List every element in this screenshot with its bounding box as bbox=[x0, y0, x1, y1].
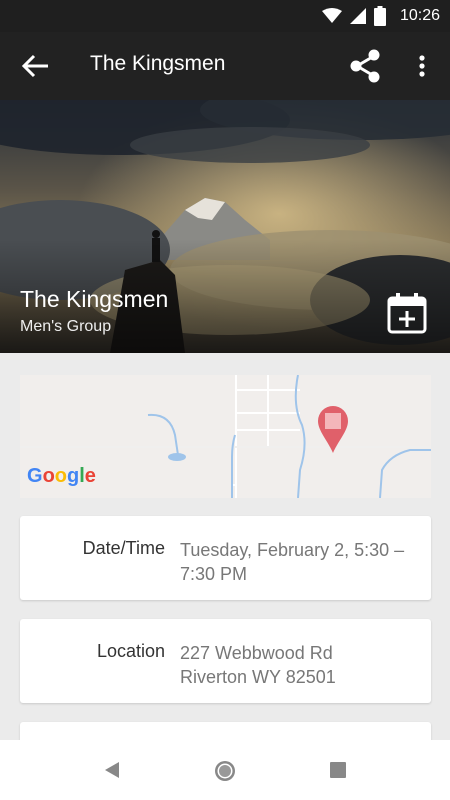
share-icon[interactable] bbox=[348, 48, 382, 84]
location-label: Location bbox=[96, 641, 165, 661]
app-bar: The Kingsmen bbox=[0, 32, 450, 100]
hero-mountain-image bbox=[0, 100, 450, 353]
location-value: 227 Webbwood Rd Riverton WY 82501 bbox=[180, 641, 420, 689]
more-options-icon[interactable] bbox=[410, 50, 434, 82]
datetime-value: Tuesday, February 2, 5:30 – 7:30 PM bbox=[180, 540, 405, 584]
system-nav-bar bbox=[0, 740, 450, 800]
status-bar: 10:26 bbox=[0, 0, 450, 32]
nav-home-icon[interactable] bbox=[213, 759, 237, 783]
location-address-line2: Riverton WY 82501 bbox=[180, 667, 336, 687]
status-time: 10:26 bbox=[399, 7, 440, 24]
google-logo: Google bbox=[27, 465, 96, 487]
location-address-line1: 227 Webbwood Rd bbox=[180, 643, 333, 663]
hero-banner: The Kingsmen Men's Group bbox=[0, 100, 450, 353]
nav-back-icon[interactable] bbox=[103, 761, 121, 779]
group-title: The Kingsmen bbox=[20, 286, 169, 312]
back-arrow-icon[interactable] bbox=[18, 52, 52, 80]
wifi-icon bbox=[321, 8, 342, 23]
nav-recents-icon[interactable] bbox=[330, 762, 346, 778]
group-subtitle: Men's Group bbox=[20, 318, 112, 335]
page-title: The Kingsmen bbox=[90, 52, 226, 75]
battery-icon bbox=[373, 6, 386, 26]
datetime-label: Date/Time bbox=[82, 538, 165, 558]
location-card[interactable]: Location 227 Webbwood Rd Riverton WY 825… bbox=[20, 619, 431, 703]
location-map[interactable]: Google bbox=[20, 375, 431, 498]
datetime-card: Date/Time Tuesday, February 2, 5:30 – 7:… bbox=[20, 516, 431, 600]
add-to-calendar-icon[interactable] bbox=[386, 292, 428, 334]
cellular-signal-icon bbox=[349, 8, 366, 24]
